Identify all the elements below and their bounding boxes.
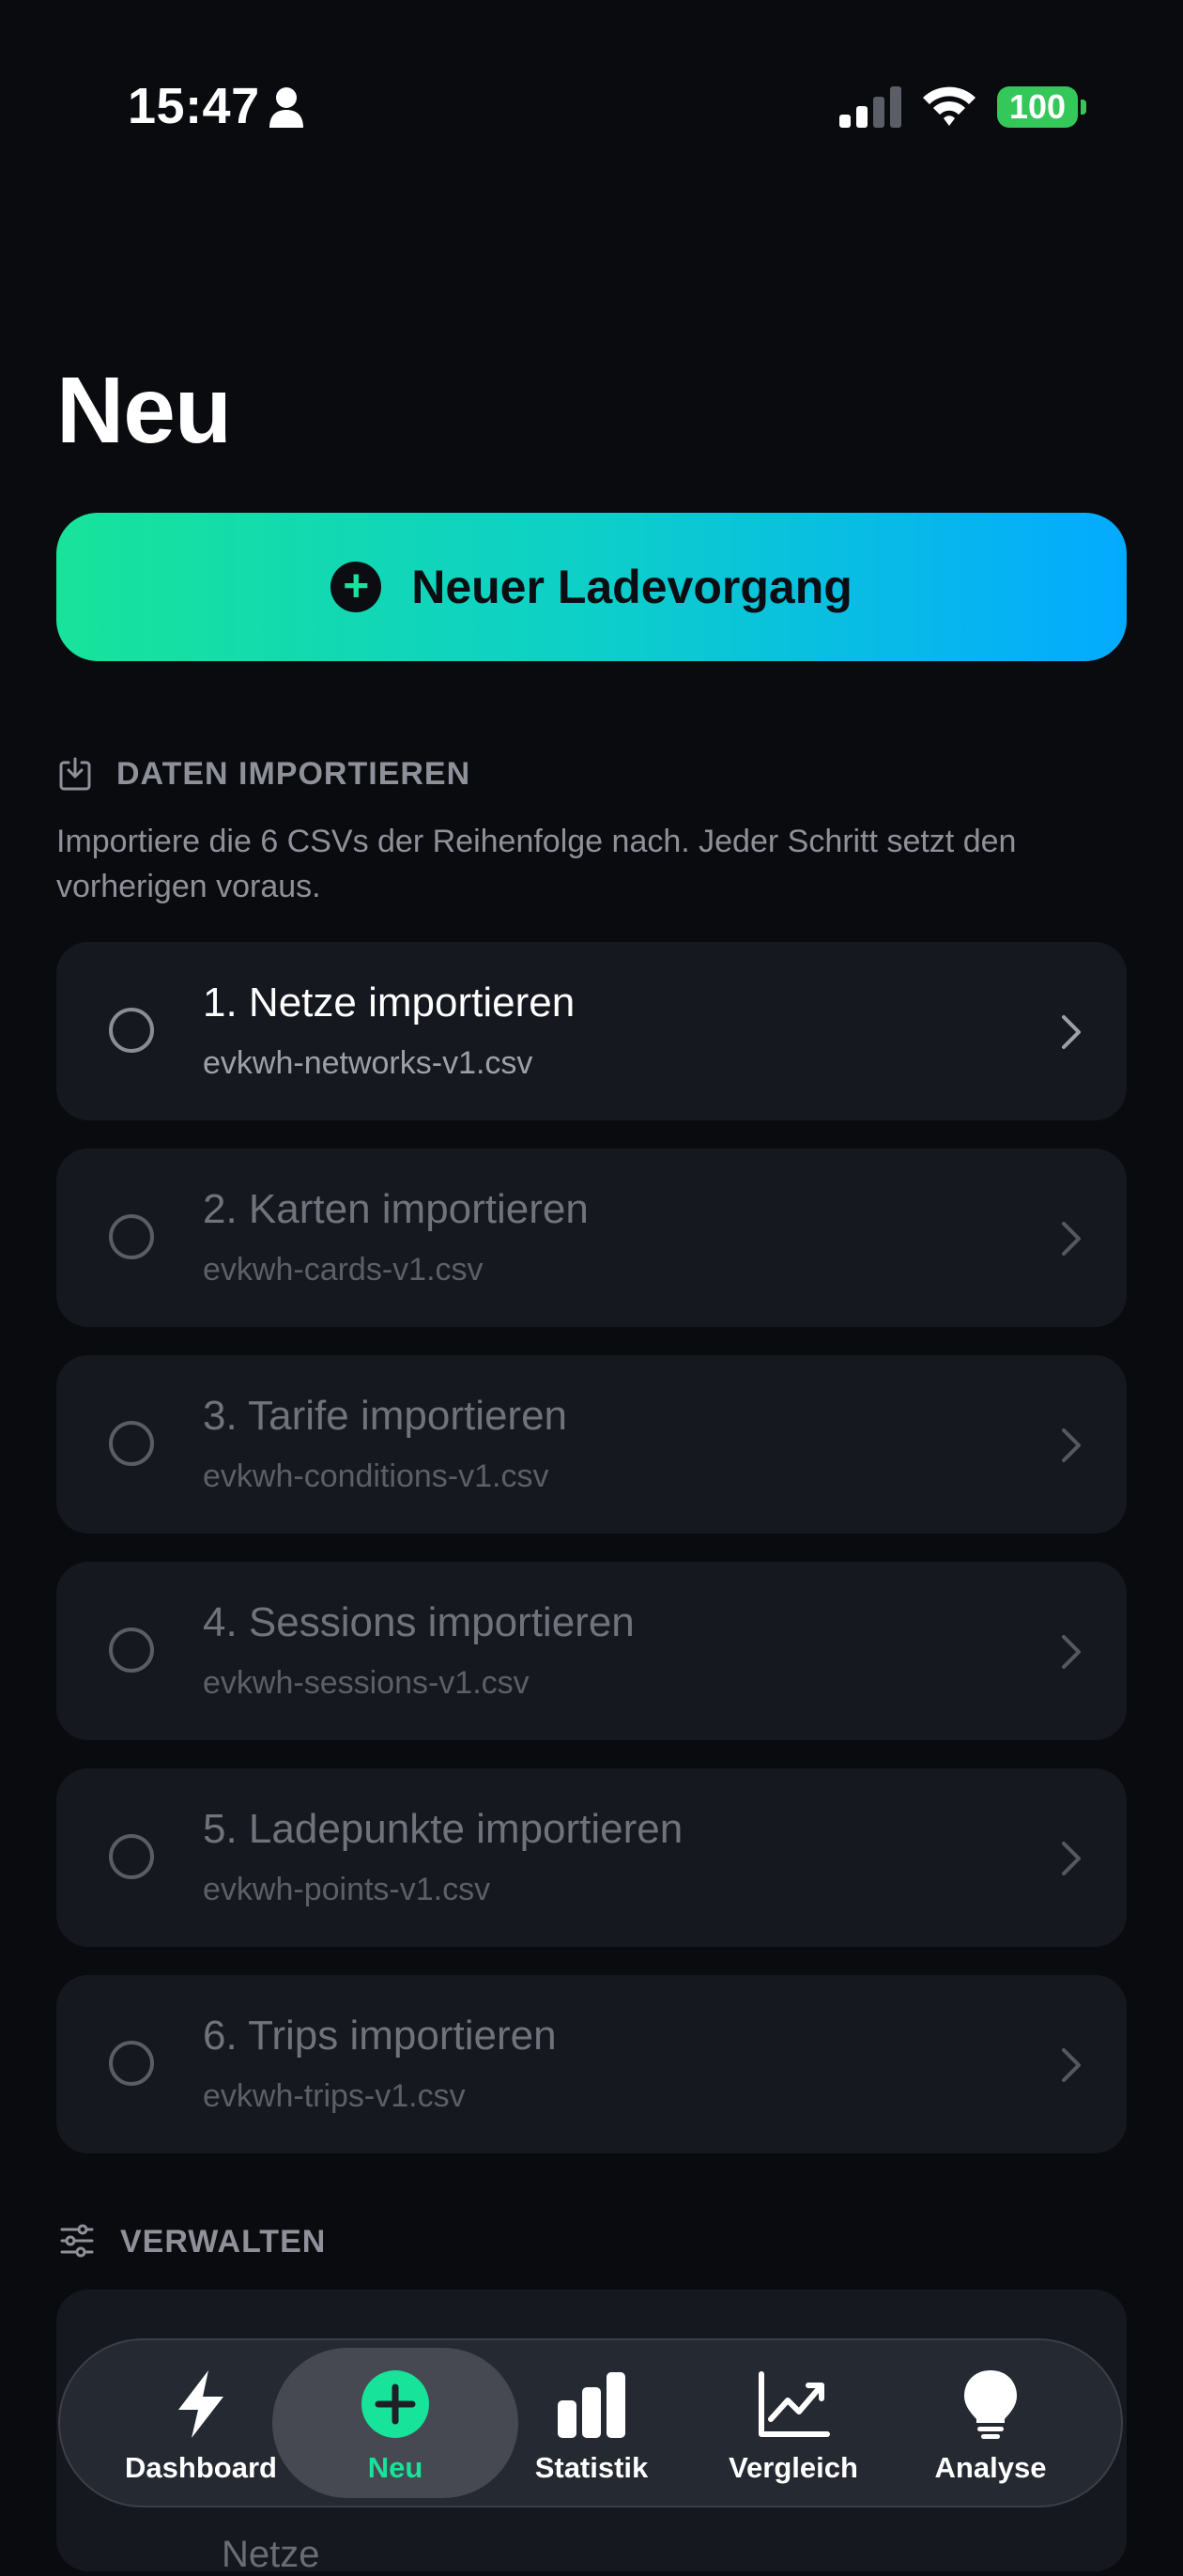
person-icon bbox=[269, 87, 303, 128]
import-step-sessions[interactable]: 4. Sessions importieren evkwh-sessions-v… bbox=[56, 1562, 1127, 1740]
radio-circle-icon bbox=[109, 1834, 154, 1879]
tab-label: Dashboard bbox=[125, 2451, 277, 2484]
bar-chart-icon bbox=[558, 2372, 625, 2438]
new-charging-session-button[interactable]: + Neuer Ladevorgang bbox=[56, 513, 1127, 661]
page-title: Neu bbox=[56, 358, 232, 463]
import-step-points[interactable]: 5. Ladepunkte importieren evkwh-points-v… bbox=[56, 1768, 1127, 1947]
manage-section-header: VERWALTEN bbox=[120, 2224, 327, 2260]
battery-indicator: 100 bbox=[997, 86, 1078, 128]
step-file: evkwh-conditions-v1.csv bbox=[203, 1458, 549, 1494]
tab-label: Neu bbox=[367, 2451, 423, 2484]
trend-chart-icon bbox=[759, 2371, 830, 2437]
tab-neu[interactable]: Neu bbox=[272, 2348, 518, 2498]
chevron-right-icon bbox=[1062, 1635, 1081, 1669]
tab-label: Vergleich bbox=[729, 2451, 858, 2484]
step-title: 1. Netze importieren bbox=[203, 979, 576, 1026]
tab-dashboard[interactable]: Dashboard bbox=[102, 2340, 300, 2506]
import-step-trips[interactable]: 6. Trips importieren evkwh-trips-v1.csv bbox=[56, 1975, 1127, 2153]
tab-analyse[interactable]: Analyse bbox=[892, 2340, 1089, 2506]
radio-circle-icon bbox=[109, 1008, 154, 1053]
sliders-icon bbox=[60, 2224, 94, 2258]
plus-circle-icon bbox=[361, 2370, 429, 2438]
step-file: evkwh-points-v1.csv bbox=[203, 1872, 491, 1907]
step-title: 2. Karten importieren bbox=[203, 1186, 589, 1232]
plus-circle-icon: + bbox=[330, 562, 382, 612]
tab-statistik[interactable]: Statistik bbox=[493, 2340, 690, 2506]
manage-item-networks[interactable]: Netze bbox=[222, 2534, 320, 2576]
bolt-icon bbox=[178, 2370, 223, 2438]
tab-bar: Dashboard Neu Statistik Vergleich Analys… bbox=[58, 2338, 1123, 2507]
chevron-right-icon bbox=[1062, 1428, 1081, 1462]
tab-label: Statistik bbox=[534, 2451, 649, 2484]
step-file: evkwh-sessions-v1.csv bbox=[203, 1665, 530, 1701]
step-title: 4. Sessions importieren bbox=[203, 1599, 635, 1645]
step-file: evkwh-trips-v1.csv bbox=[203, 2078, 466, 2114]
step-file: evkwh-cards-v1.csv bbox=[203, 1252, 484, 1288]
radio-circle-icon bbox=[109, 2041, 154, 2086]
step-file: evkwh-networks-v1.csv bbox=[203, 1045, 533, 1081]
radio-circle-icon bbox=[109, 1421, 154, 1466]
step-title: 5. Ladepunkte importieren bbox=[203, 1806, 684, 1852]
radio-circle-icon bbox=[109, 1627, 154, 1673]
tab-label: Analyse bbox=[934, 2451, 1047, 2484]
import-step-cards[interactable]: 2. Karten importieren evkwh-cards-v1.csv bbox=[56, 1149, 1127, 1327]
import-tray-icon bbox=[59, 757, 91, 791]
import-section-header: DATEN IMPORTIEREN bbox=[116, 756, 471, 792]
chevron-right-icon bbox=[1062, 1222, 1081, 1256]
chevron-right-icon bbox=[1062, 1842, 1081, 1875]
step-title: 3. Tarife importieren bbox=[203, 1393, 568, 1439]
cellular-signal-icon bbox=[839, 86, 901, 128]
chevron-right-icon bbox=[1062, 2048, 1081, 2082]
new-charging-session-label: Neuer Ladevorgang bbox=[411, 561, 853, 613]
battery-nub bbox=[1081, 100, 1086, 115]
chevron-right-icon bbox=[1062, 1015, 1081, 1049]
import-step-networks[interactable]: 1. Netze importieren evkwh-networks-v1.c… bbox=[56, 942, 1127, 1120]
radio-circle-icon bbox=[109, 1214, 154, 1259]
import-step-conditions[interactable]: 3. Tarife importieren evkwh-conditions-v… bbox=[56, 1355, 1127, 1534]
status-time: 15:47 bbox=[128, 78, 260, 134]
step-title: 6. Trips importieren bbox=[203, 2013, 557, 2059]
import-section-description: Importiere die 6 CSVs der Reihenfolge na… bbox=[56, 824, 1017, 904]
lightbulb-icon bbox=[964, 2370, 1017, 2439]
tab-vergleich[interactable]: Vergleich bbox=[695, 2340, 892, 2506]
wifi-icon bbox=[923, 86, 976, 126]
